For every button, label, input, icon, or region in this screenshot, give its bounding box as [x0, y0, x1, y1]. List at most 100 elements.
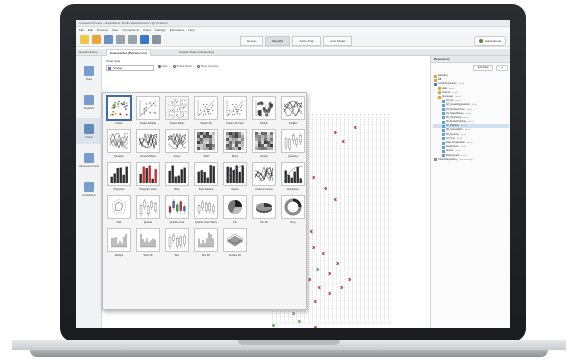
toolbar: Design Results Turbo Prep Auto Model Educat…	[76, 33, 510, 47]
chart-option-matrix[interactable]: Scatter Matrix	[164, 96, 190, 129]
option-3[interactable]: Show all points	[196, 65, 218, 68]
chart-option-pie[interactable]: Pie	[222, 195, 248, 228]
grid-line	[332, 114, 333, 324]
menu-extensions[interactable]: Extensions	[170, 28, 185, 32]
menu-settings[interactable]: Settings	[155, 28, 166, 32]
chart-option-som[interactable]: SOM	[193, 129, 219, 162]
view-results-button[interactable]: Results	[265, 36, 291, 46]
chart-option-box[interactable]: Quartile	[135, 195, 161, 228]
grid-line	[348, 114, 349, 324]
chart-option-box-matrix[interactable]: Quartile Color Matrix	[193, 195, 219, 228]
new-process-icon[interactable]	[80, 35, 89, 44]
nav-advanced-charts[interactable]: Advanced Charts	[76, 147, 102, 173]
chart-option-parallel[interactable]: Parallel	[280, 96, 306, 129]
chart-option-box3d[interactable]: Box 3D	[193, 228, 219, 261]
menu-cloud[interactable]: Cloud	[143, 28, 151, 32]
parallel-chart-icon	[281, 96, 305, 120]
chart-option-density[interactable]: Density	[251, 129, 277, 162]
menu-process[interactable]: Process	[97, 28, 108, 32]
chart-option-label: Distribution	[287, 188, 299, 191]
nav-charts[interactable]: Charts	[76, 118, 102, 144]
tab-3[interactable]: Cluster Model (Clustering)	[176, 49, 217, 56]
chart-option-web[interactable]: Web	[106, 195, 132, 228]
chart-option-block[interactable]: Block	[222, 129, 248, 162]
add-data-button[interactable]: Add Data	[472, 65, 494, 71]
nav-annotations[interactable]: Annotations	[76, 176, 102, 202]
chart-option-scatter[interactable]: Scatter	[106, 96, 132, 129]
folder-icon	[434, 78, 437, 82]
density-chart-icon	[252, 129, 276, 153]
chart-option-histogram[interactable]: Histogram	[106, 162, 132, 195]
process-icon	[442, 129, 445, 133]
table-icon	[84, 65, 94, 76]
chart-option-label: Multiple	[114, 254, 124, 257]
account-button[interactable]: Educational	[474, 36, 506, 46]
repository-panel: Repository Add Data ≡ Samples DB Local Repo…	[430, 56, 510, 328]
repository-menu-button[interactable]: ≡	[496, 65, 508, 71]
chart-option-label: Pareto	[231, 188, 239, 191]
menu-view[interactable]: View	[112, 28, 118, 32]
nav-statistics[interactable]: Statistics	[76, 89, 102, 115]
view-turbo-prep-button[interactable]: Turbo Prep	[292, 36, 322, 46]
open-icon[interactable]	[92, 35, 101, 44]
menu-connections[interactable]: Connections	[122, 28, 139, 32]
chart-option-label: Scatter 3D	[200, 122, 212, 125]
annotation-icon	[84, 181, 94, 192]
repository-item-label: Cloud Repository	[438, 157, 458, 161]
run-icon[interactable]	[140, 35, 149, 44]
chart-option-box3[interactable]: Box	[164, 228, 190, 261]
chart-option-andrews[interactable]: Andrews Curves	[251, 162, 277, 195]
chart-option-pie3d[interactable]: Pie 3D	[251, 195, 277, 228]
menu-file[interactable]: File	[79, 28, 84, 32]
nav-label: Advanced Charts	[79, 164, 99, 168]
tab-2[interactable]: ExampleSet (Retrieve iris)	[106, 49, 152, 56]
option-2[interactable]: Rotate labels	[172, 65, 192, 69]
redo-icon[interactable]	[128, 35, 137, 44]
tab-1[interactable]: Result History	[76, 49, 101, 56]
nav-label: Charts	[85, 135, 93, 139]
nav-data[interactable]: Data	[76, 60, 102, 86]
distribution-chart-icon	[281, 162, 305, 186]
chart-option-label: Histogram	[113, 188, 125, 191]
chart-option-bubble[interactable]: Bubble	[251, 96, 277, 129]
scatter3d-chart-icon	[223, 96, 247, 120]
chart-option-series-multi[interactable]: Series Multiple	[135, 129, 161, 162]
chart-option-bars-stacked[interactable]: Bars Stacked	[193, 162, 219, 195]
repository-item[interactable]: Cloud Repository (disconnected)	[433, 158, 509, 162]
box-matrix-chart-icon	[194, 195, 218, 219]
view-design-button[interactable]: Design	[240, 36, 264, 46]
chart-option-deviation[interactable]: Deviation	[106, 129, 132, 162]
grid-line	[328, 114, 329, 324]
chart-option-scatter3d[interactable]: Scatter 3D Color	[222, 96, 248, 129]
plot-type-select[interactable]: Scatter	[106, 65, 154, 71]
chart-option-quartile[interactable]: Quartiles	[280, 129, 306, 162]
option-1[interactable]: Jitter	[158, 65, 168, 68]
grid-line	[312, 114, 313, 324]
chart-option-pareto[interactable]: Pareto	[222, 162, 248, 195]
chart-option-multiple[interactable]: Multiple	[106, 228, 132, 261]
chart-option-box-color[interactable]: Quartile Color	[164, 195, 190, 228]
process-icon	[442, 112, 445, 116]
chart-option-surface3d[interactable]: Surface 3D	[222, 228, 248, 261]
chart-option-histogram-color[interactable]: Histogram Color	[135, 162, 161, 195]
menu-edit[interactable]: Edit	[88, 28, 93, 32]
chart-option-ring[interactable]: Ring	[280, 195, 306, 228]
pie3d-chart-icon	[252, 195, 276, 219]
chart-option-stick3d[interactable]: Stick 3D	[135, 228, 161, 261]
chart-option-scatter3d[interactable]: Scatter 3D	[193, 96, 219, 129]
option-label: Rotate labels	[176, 65, 192, 69]
menu-help[interactable]: Help	[188, 28, 194, 32]
stop-icon[interactable]	[152, 35, 161, 44]
undo-icon[interactable]	[116, 35, 125, 44]
view-auto-model-button[interactable]: Auto Model	[323, 36, 353, 46]
chart-option-label: Pie 3D	[260, 221, 268, 224]
nav-label: Annotations	[82, 193, 96, 197]
chart-option-scatter-multi[interactable]: Scatter Multiple	[135, 96, 161, 129]
grid-line	[372, 114, 373, 324]
chart-option-series[interactable]: Series	[164, 129, 190, 162]
chart-option-distribution[interactable]: Distribution	[280, 162, 306, 195]
chart-option-bars[interactable]: Bars	[164, 162, 190, 195]
save-icon[interactable]	[104, 35, 113, 44]
folder-icon	[434, 158, 437, 162]
option-label: Jitter	[162, 65, 168, 69]
